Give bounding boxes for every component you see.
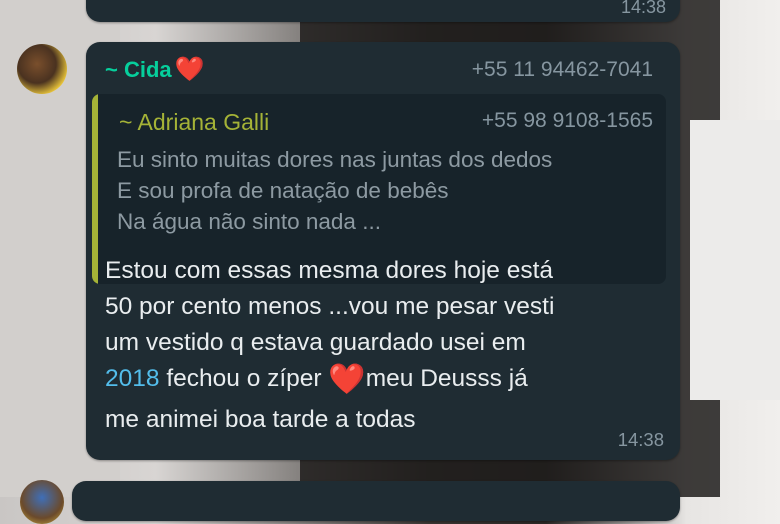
heart-emoji: ❤️	[174, 56, 205, 83]
message-text-line: 50 por cento menos ...vou me pesar vesti	[105, 293, 555, 320]
message-bubble[interactable]: ~ Cida ❤️ +55 11 94462-7041 ~ Adriana Ga…	[86, 42, 680, 460]
sender-phone[interactable]: +55 11 94462-7041	[472, 58, 653, 82]
sender-name-text: ~ Cida	[105, 57, 172, 82]
heart-emoji: ❤️	[328, 363, 366, 396]
background-light	[690, 120, 780, 400]
quoted-message[interactable]: ~ Adriana Galli +55 98 9108-1565 Eu sint…	[92, 94, 666, 284]
message-time: 14:38	[617, 429, 664, 450]
quoted-sender-name: ~ Adriana Galli	[119, 109, 270, 135]
quote-accent-bar	[92, 94, 98, 284]
quoted-text-line: Na água não sinto nada ...	[117, 209, 381, 234]
message-text-line: me animei boa tarde a todas	[105, 406, 416, 433]
next-message-bubble[interactable]	[72, 481, 680, 521]
sender-name[interactable]: ~ Cida ❤️	[105, 57, 205, 83]
quoted-text-line: E sou profa de natação de bebês	[117, 178, 449, 203]
message-text-fragment: fechou o zíper	[159, 365, 329, 392]
previous-message-bubble[interactable]: 14:38	[86, 0, 680, 22]
quoted-sender-phone: +55 98 9108-1565	[481, 109, 653, 132]
previous-message-time: 14:38	[620, 0, 666, 17]
message-text-line: 2018 fechou o zíper ❤️meu Deusss já	[105, 365, 528, 395]
date-link[interactable]: 2018	[105, 365, 160, 392]
quoted-text-line: Eu sinto muitas dores nas juntas dos ded…	[117, 147, 553, 172]
message-text-line: Estou com essas mesma dores hoje está	[105, 257, 554, 284]
next-sender-avatar[interactable]	[20, 480, 64, 524]
message-text-fragment: meu Deusss já	[365, 365, 528, 392]
message-text-line: um vestido q estava guardado usei em	[105, 329, 526, 356]
sender-avatar[interactable]	[17, 44, 67, 94]
